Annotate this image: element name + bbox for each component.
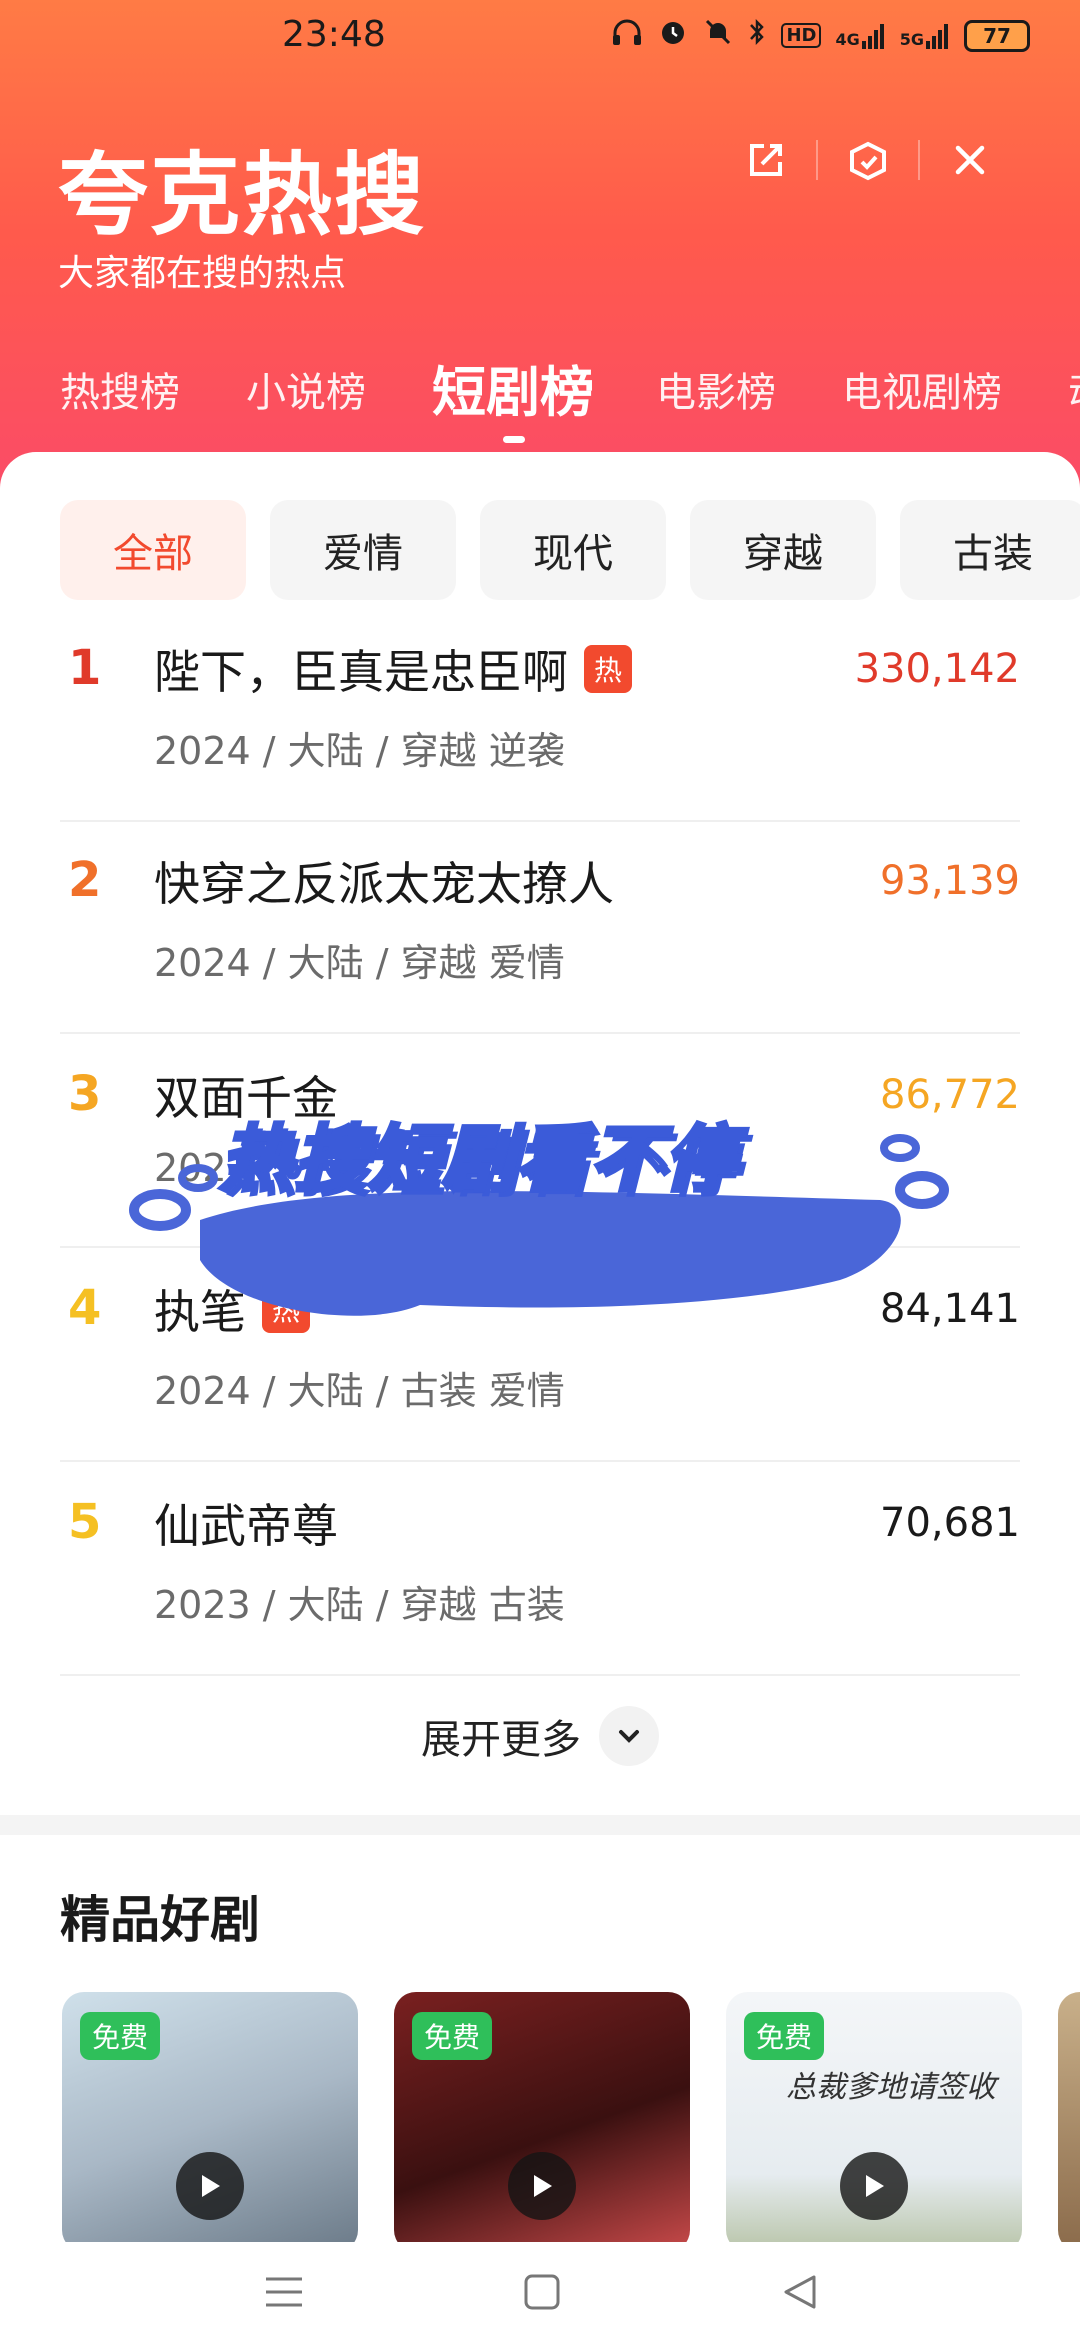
free-badge: 免费 [744,2012,825,2060]
battery-icon: 77 [964,19,1030,52]
play-icon [176,2152,244,2220]
chip-modern[interactable]: 现代 [480,500,666,600]
drama-title-text: 仙武帝尊 [154,1499,338,1553]
promo-sticker-text: 热搜短剧看不停 [218,1115,739,1203]
tab-tv-series[interactable]: 电视剧榜 [842,360,1002,418]
chip-all[interactable]: 全部 [60,500,246,600]
page-subtitle: 大家都在搜的热点 [58,253,347,294]
heat-value: 93,139 [880,858,1020,904]
drama-title-text: 陛下，臣真是忠臣啊 [154,645,568,699]
poster-title: 总裁爹地请签收 [786,2070,996,2105]
tab-hot-search[interactable]: 热搜榜 [60,360,180,418]
drama-title-text: 快穿之反派太宠太撩人 [154,857,614,911]
drama-meta: 2024 / 大陆 / 古装 爱情 [154,1369,565,1413]
heat-value: 84,141 [880,1286,1020,1332]
status-time: 23:48 [282,14,386,55]
drama-title-text: 执笔 [154,1285,246,1339]
list-item[interactable]: 4 执笔 热 2024 / 大陆 / 古装 爱情 84,141 [60,1250,1020,1462]
status-bar: 23:48 HD 4G 5G 77 [0,0,1080,72]
category-tabs: 热搜榜 小说榜 短剧榜 电影榜 电视剧榜 动 [0,340,1080,450]
header-actions [716,118,1020,202]
drama-title: 仙武帝尊 [154,1490,338,1556]
free-badge: 免费 [412,2012,493,2060]
refresh-button[interactable] [818,118,918,202]
list-item[interactable]: 5 仙武帝尊 2023 / 大陆 / 穿越 古装 70,681 [60,1464,1020,1676]
chevron-down-icon [599,1706,659,1766]
poster-card[interactable]: 免费 [62,1992,358,2242]
rank-number: 1 [68,640,102,696]
drama-title: 执笔 热 [154,1276,310,1342]
poster-card[interactable]: 免费 [394,1992,690,2242]
drama-meta: 2023 / 大陆 / 穿越 古装 [154,1583,565,1627]
section-divider [0,1815,1080,1835]
chip-costume[interactable]: 古装 [900,500,1080,600]
tab-novel[interactable]: 小说榜 [246,360,366,418]
play-icon [508,2152,576,2220]
page-title: 夸克热搜 [58,143,426,248]
hot-badge: 热 [262,1285,310,1333]
hot-badge: 热 [584,645,632,693]
share-button[interactable] [716,118,816,202]
alarm-icon [657,16,689,55]
menu-icon [266,2277,302,2307]
tab-movie[interactable]: 电影榜 [656,360,776,418]
poster-card[interactable]: 免费 总裁爹地请签收 [726,1992,1022,2242]
system-nav-bar [0,2242,1080,2340]
drama-meta: 2024 / 大陆 / 穿越 爱情 [154,941,565,985]
section-title: 精品好剧 [60,1891,260,1949]
close-button[interactable] [920,118,1020,202]
home-button[interactable] [512,2262,572,2322]
tab-indicator [503,436,525,443]
chip-romance[interactable]: 爱情 [270,500,456,600]
share-icon [750,144,782,176]
signal-4g-icon: 4G [835,23,885,49]
poster-carousel: 免费 免费 免费 总裁爹地请签收 [62,1992,1080,2242]
heat-value: 70,681 [880,1500,1020,1546]
headphones-icon [611,17,643,54]
list-item[interactable]: 1 陛下，臣真是忠臣啊 热 2024 / 大陆 / 穿越 逆袭 330,142 [60,610,1020,822]
genre-filters: 全部 爱情 现代 穿越 古装 [60,500,1080,600]
rank-number: 5 [68,1494,102,1550]
home-icon [524,2274,560,2310]
heat-value: 330,142 [854,646,1020,692]
expand-more-button[interactable]: 展开更多 [0,1706,1080,1766]
chip-time-travel[interactable]: 穿越 [690,500,876,600]
heat-value: 86,772 [880,1072,1020,1118]
status-icons: HD 4G 5G 77 [611,16,1030,55]
back-icon [784,2275,816,2309]
list-item[interactable]: 2 快穿之反派太宠太撩人 2024 / 大陆 / 穿越 爱情 93,139 [60,822,1020,1034]
refresh-icon [850,141,886,181]
drama-title: 陛下，臣真是忠臣啊 热 [154,636,632,702]
bluetooth-icon [747,17,767,54]
tab-more[interactable]: 动 [1068,360,1080,418]
hd-icon: HD [781,23,822,48]
drama-meta: 202 [154,1146,227,1190]
signal-5g-icon: 5G [900,23,950,49]
rank-number: 3 [68,1066,102,1122]
back-button[interactable] [770,2262,830,2322]
rank-number: 2 [68,852,102,908]
play-icon [840,2152,908,2220]
drama-meta: 2024 / 大陆 / 穿越 逆袭 [154,729,565,773]
drama-title: 快穿之反派太宠太撩人 [154,848,614,914]
free-badge: 免费 [80,2012,161,2060]
tab-short-drama[interactable]: 短剧榜 [432,348,594,427]
mute-icon [703,17,733,54]
rank-number: 4 [68,1280,102,1336]
poster-card[interactable] [1058,1992,1080,2242]
expand-more-label: 展开更多 [421,1717,581,1763]
close-icon [955,145,985,175]
menu-button[interactable] [254,2262,314,2322]
